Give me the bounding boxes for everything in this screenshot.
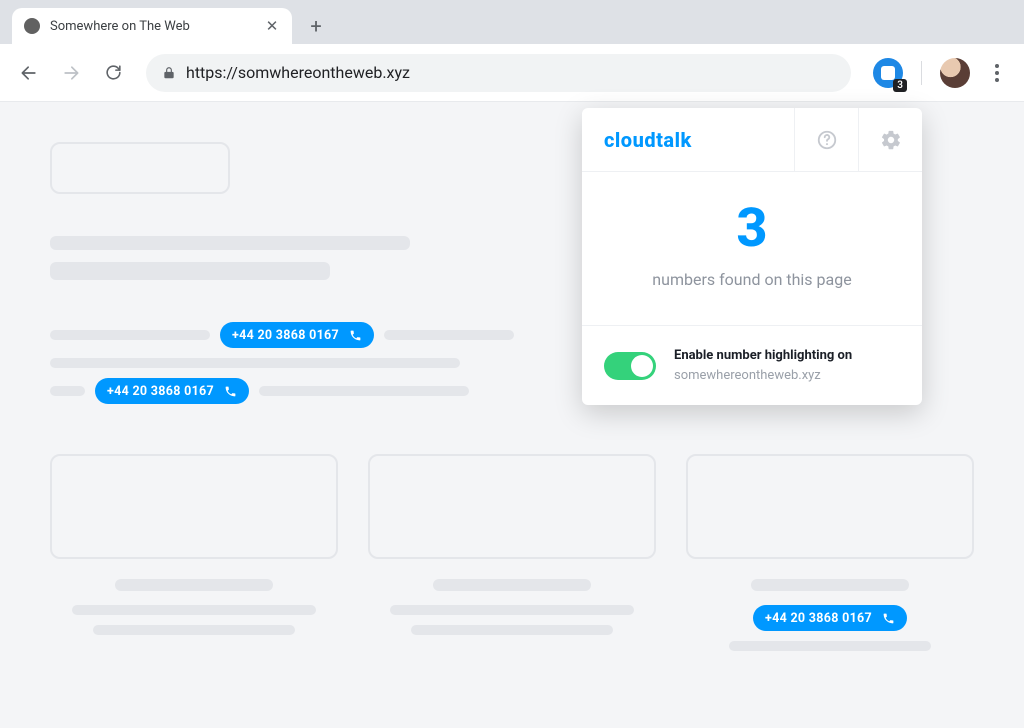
phone-number-pill[interactable]: +44 20 3868 0167	[95, 378, 249, 404]
skeleton-line	[93, 625, 295, 635]
address-bar[interactable]: https://somwhereontheweb.xyz	[146, 54, 851, 92]
phone-number-text: +44 20 3868 0167	[765, 611, 872, 626]
phone-icon	[224, 385, 237, 398]
browser-tab[interactable]: Somewhere on The Web ✕	[12, 8, 292, 44]
help-button[interactable]	[794, 108, 858, 172]
highlighting-toggle[interactable]	[604, 352, 656, 380]
arrow-right-icon	[61, 63, 81, 83]
card	[50, 454, 338, 651]
browser-chrome: Somewhere on The Web ✕ + https://somwher…	[0, 0, 1024, 102]
lock-icon	[162, 66, 176, 80]
card-row: +44 20 3868 0167	[50, 454, 974, 651]
toggle-knob	[631, 355, 653, 377]
skeleton-line	[50, 386, 85, 396]
skeleton-line	[50, 262, 330, 280]
skeleton-line	[411, 625, 613, 635]
skeleton-box	[50, 454, 338, 559]
extension-button[interactable]: 3	[873, 58, 903, 88]
new-tab-button[interactable]: +	[302, 12, 330, 40]
extension-logo-icon	[881, 66, 895, 80]
numbers-count: 3	[602, 202, 902, 256]
skeleton-line	[72, 605, 317, 615]
close-tab-button[interactable]: ✕	[264, 18, 280, 34]
profile-avatar[interactable]	[940, 58, 970, 88]
phone-number-pill[interactable]: +44 20 3868 0167	[220, 322, 374, 348]
card	[368, 454, 656, 651]
skeleton-line	[729, 641, 931, 651]
card: +44 20 3868 0167	[686, 454, 974, 651]
numbers-subtitle: numbers found on this page	[602, 270, 902, 289]
phone-number-text: +44 20 3868 0167	[232, 328, 339, 343]
popup-header: cloudtalk	[582, 108, 922, 172]
skeleton-line	[259, 386, 469, 396]
favicon-icon	[24, 18, 40, 34]
toolbar-separator	[921, 61, 922, 85]
toggle-label-group: Enable number highlighting on somewhereo…	[674, 346, 852, 385]
arrow-left-icon	[19, 63, 39, 83]
phone-icon	[882, 612, 895, 625]
skeleton-line	[751, 579, 909, 591]
skeleton-line	[50, 330, 210, 340]
skeleton-line	[50, 358, 460, 368]
skeleton-box	[686, 454, 974, 559]
extension-badge: 3	[893, 79, 907, 92]
extension-popup: cloudtalk 3 numbers found on this page E…	[582, 108, 922, 405]
skeleton-line	[390, 605, 635, 615]
phone-number-text: +44 20 3868 0167	[107, 384, 214, 399]
reload-button[interactable]	[96, 56, 130, 90]
skeleton-line	[384, 330, 514, 340]
back-button[interactable]	[12, 56, 46, 90]
skeleton-line	[115, 579, 273, 591]
skeleton-line	[433, 579, 591, 591]
skeleton-box	[368, 454, 656, 559]
gear-icon	[880, 129, 902, 151]
help-icon	[816, 129, 838, 151]
popup-body: 3 numbers found on this page	[582, 172, 922, 325]
phone-icon	[349, 329, 362, 342]
skeleton-box	[50, 142, 230, 194]
page-content: +44 20 3868 0167 +44 20 3868 0167	[0, 102, 1024, 728]
forward-button[interactable]	[54, 56, 88, 90]
browser-menu-button[interactable]	[982, 58, 1012, 88]
skeleton-line	[50, 236, 410, 250]
tab-title: Somewhere on The Web	[50, 19, 190, 34]
toggle-domain: somewhereontheweb.xyz	[674, 366, 852, 386]
brand-logo: cloudtalk	[582, 128, 794, 152]
settings-button[interactable]	[858, 108, 922, 172]
tab-strip: Somewhere on The Web ✕ +	[0, 0, 1024, 44]
phone-number-pill[interactable]: +44 20 3868 0167	[753, 605, 907, 631]
toolbar: https://somwhereontheweb.xyz 3	[0, 44, 1024, 102]
toggle-label: Enable number highlighting on	[674, 346, 852, 366]
url-text: https://somwhereontheweb.xyz	[186, 63, 410, 82]
reload-icon	[104, 63, 123, 82]
popup-footer: Enable number highlighting on somewhereo…	[582, 325, 922, 405]
